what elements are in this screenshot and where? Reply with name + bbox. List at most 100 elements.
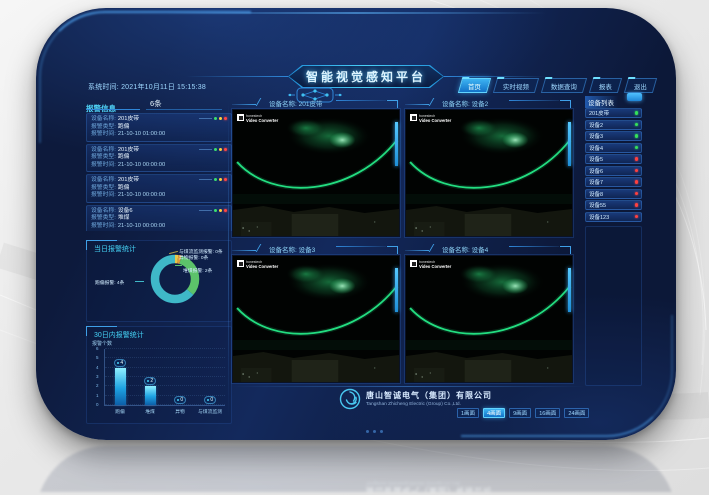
video-panel-header: 设备名称: 201皮带 [232,96,400,109]
alarm-header: 报警信息 6条 [86,98,232,113]
nav-button-label: 退出 [634,81,647,91]
video-watermark: honestech Video Converter [237,260,278,270]
red-light-icon [224,209,227,212]
watermark-logo-icon [410,114,417,121]
bar-column: 0异物 [168,349,192,405]
alarm-card[interactable]: 设备名称:201皮带 报警类型:跑偏 报警时间:21-10-10 00:00:0… [86,144,232,173]
video-panel: 设备名称: 201皮带 [232,96,400,237]
alarm-card[interactable]: 设备名称:设备6 报警类型:堆煤 报警时间:21-10-10 00:00:00 [86,205,232,232]
video-feed[interactable]: honestech Video Converter [232,109,400,237]
screen-layout-button[interactable]: 4画面 [483,408,505,418]
green-light-icon [214,209,217,212]
alarm-time-label: 报警时间: [91,223,116,231]
device-name: 设备4 [589,144,603,152]
screen-layout-button[interactable]: 9画面 [509,408,531,418]
company-name-cn: 唐山智诚电气（集团）有限公司 [366,390,492,401]
device-list-more-button[interactable] [627,93,642,101]
alarm-time-label: 报警时间: [91,162,116,170]
header-line-decoration [509,100,559,101]
device-list-item[interactable]: 设备7 [585,177,642,187]
video-scroll-accent[interactable] [568,268,571,312]
alarm-type-value: 跑偏 [118,185,130,193]
device-list-item[interactable]: 设备5 [585,154,642,164]
alarm-time-label: 报警时间: [91,131,116,139]
watermark-product: Video Converter [246,118,278,123]
bar-value-bubble: 4 [114,359,126,367]
alarm-time-value: 21-10-10 00:00:00 [118,192,165,200]
nav-button[interactable]: 报表 [589,78,622,93]
device-name-value: 设备6 [118,208,133,216]
header-line-decoration [509,246,559,247]
video-panel-header: 设备名称: 设备2 [405,96,573,109]
system-time: 系统时间: 2021年10月11日 15:15:38 [88,82,206,92]
video-device-name: 设备名称: 201皮带 [269,98,322,108]
alarm-type-label: 报警类型: [91,215,116,223]
video-scroll-accent[interactable] [395,122,398,166]
device-list-item[interactable]: 设备3 [585,131,642,141]
video-scroll-accent[interactable] [395,268,398,312]
nav-button[interactable]: 实时视频 [493,78,539,93]
nav-button[interactable]: 数据查询 [541,78,587,93]
device-list[interactable]: 201皮带 设备2 设备3 设备4 设备5 设备6 设备7 设备8 设备55 设… [585,108,642,222]
monthly-alarm-stats-section: 30日内报警统计 报警个数 0123456 4跑偏2堆煤0异物0与煤流监测 [86,326,232,424]
watermark-product: Video Converter [419,118,451,123]
header-line-decoration [186,76,288,77]
alarm-type-value: 跑偏 [118,154,130,162]
video-panel: 设备名称: 设备2 [405,96,573,237]
device-list-title: 设备列表 [585,96,618,108]
video-scene [406,110,572,236]
device-status-dot [635,203,639,207]
video-device-name: 设备名称: 设备3 [269,244,315,254]
device-list-item[interactable]: 设备123 [585,212,642,222]
alarm-indicator-lights [199,209,227,212]
screen-layout-button[interactable]: 1画面 [457,408,479,418]
device-status-dot [635,134,639,138]
device-name: 设备8 [589,190,603,198]
video-watermark: honestech Video Converter [237,114,278,124]
video-feed[interactable]: honestech Video Converter [405,109,573,237]
bar-value-bubble: 0 [174,396,186,404]
bar [145,386,156,405]
device-name-label: 设备名称: [91,208,116,216]
video-feed[interactable]: honestech Video Converter [232,255,400,383]
page-title: 智能视觉感知平台 [306,68,426,85]
device-status-dot [635,192,639,196]
device-list-item[interactable]: 设备6 [585,166,642,176]
nav-button[interactable]: 退出 [624,78,657,93]
bar-category-label: 跑偏 [115,408,125,415]
desktop-background: 系统时间: 2021年10月11日 15:15:38 智能视觉感知平台 首页 实… [0,0,709,495]
video-scroll-accent[interactable] [568,122,571,166]
bar-chart-y-axis-label: 报警个数 [92,340,112,347]
device-list-item[interactable]: 设备55 [585,200,642,210]
device-name: 设备2 [589,121,603,129]
video-panel: 设备名称: 设备4 [405,242,573,383]
bar [115,368,126,405]
nav-button[interactable]: 首页 [458,78,491,93]
device-list-item[interactable]: 设备2 [585,120,642,130]
device-list-item[interactable]: 设备8 [585,189,642,199]
company-name-en: Tangshan Zhicheng Electric (Group) Co.,L… [366,402,492,407]
screen-layout-button[interactable]: 16画面 [535,408,560,418]
alarm-indicator-lights [199,178,227,181]
bar-column: 4跑偏 [108,349,132,405]
device-status-dot [635,111,639,115]
header-corner-decoration [560,246,571,254]
alarm-card[interactable]: 设备名称:201皮带 报警类型:跑偏 报警时间:21-10-10 01:00:0… [86,113,232,142]
device-list-item[interactable]: 201皮带 [585,108,642,118]
device-name: 设备5 [589,155,603,163]
nav-bar: 首页 实时视频 数据查询 报表 退出 [460,78,655,93]
device-list-item[interactable]: 设备4 [585,143,642,153]
donut-legend-label: 跑偏报警: 4条 [95,279,124,286]
video-watermark: honestech Video Converter [410,114,451,124]
alarm-sidebar: 报警信息 6条 设备名称:201皮带 报警类型:跑偏 报警时间:21-10-10… [86,98,232,424]
title-banner: 智能视觉感知平台 [288,65,444,88]
device-status-dot [635,123,639,127]
device-name: 201皮带 [589,109,609,117]
video-feed[interactable]: honestech Video Converter [405,255,573,383]
alarm-list[interactable]: 设备名称:201皮带 报警类型:跑偏 报警时间:21-10-10 01:00:0… [86,113,232,231]
alarm-type-value: 跑偏 [118,124,130,132]
alarm-card[interactable]: 设备名称:201皮带 报警类型:跑偏 报警时间:21-10-10 00:00:0… [86,174,232,203]
red-light-icon [224,148,227,151]
screen-layout-button[interactable]: 24画面 [564,408,589,418]
bar-value-bubble: 2 [144,377,156,385]
